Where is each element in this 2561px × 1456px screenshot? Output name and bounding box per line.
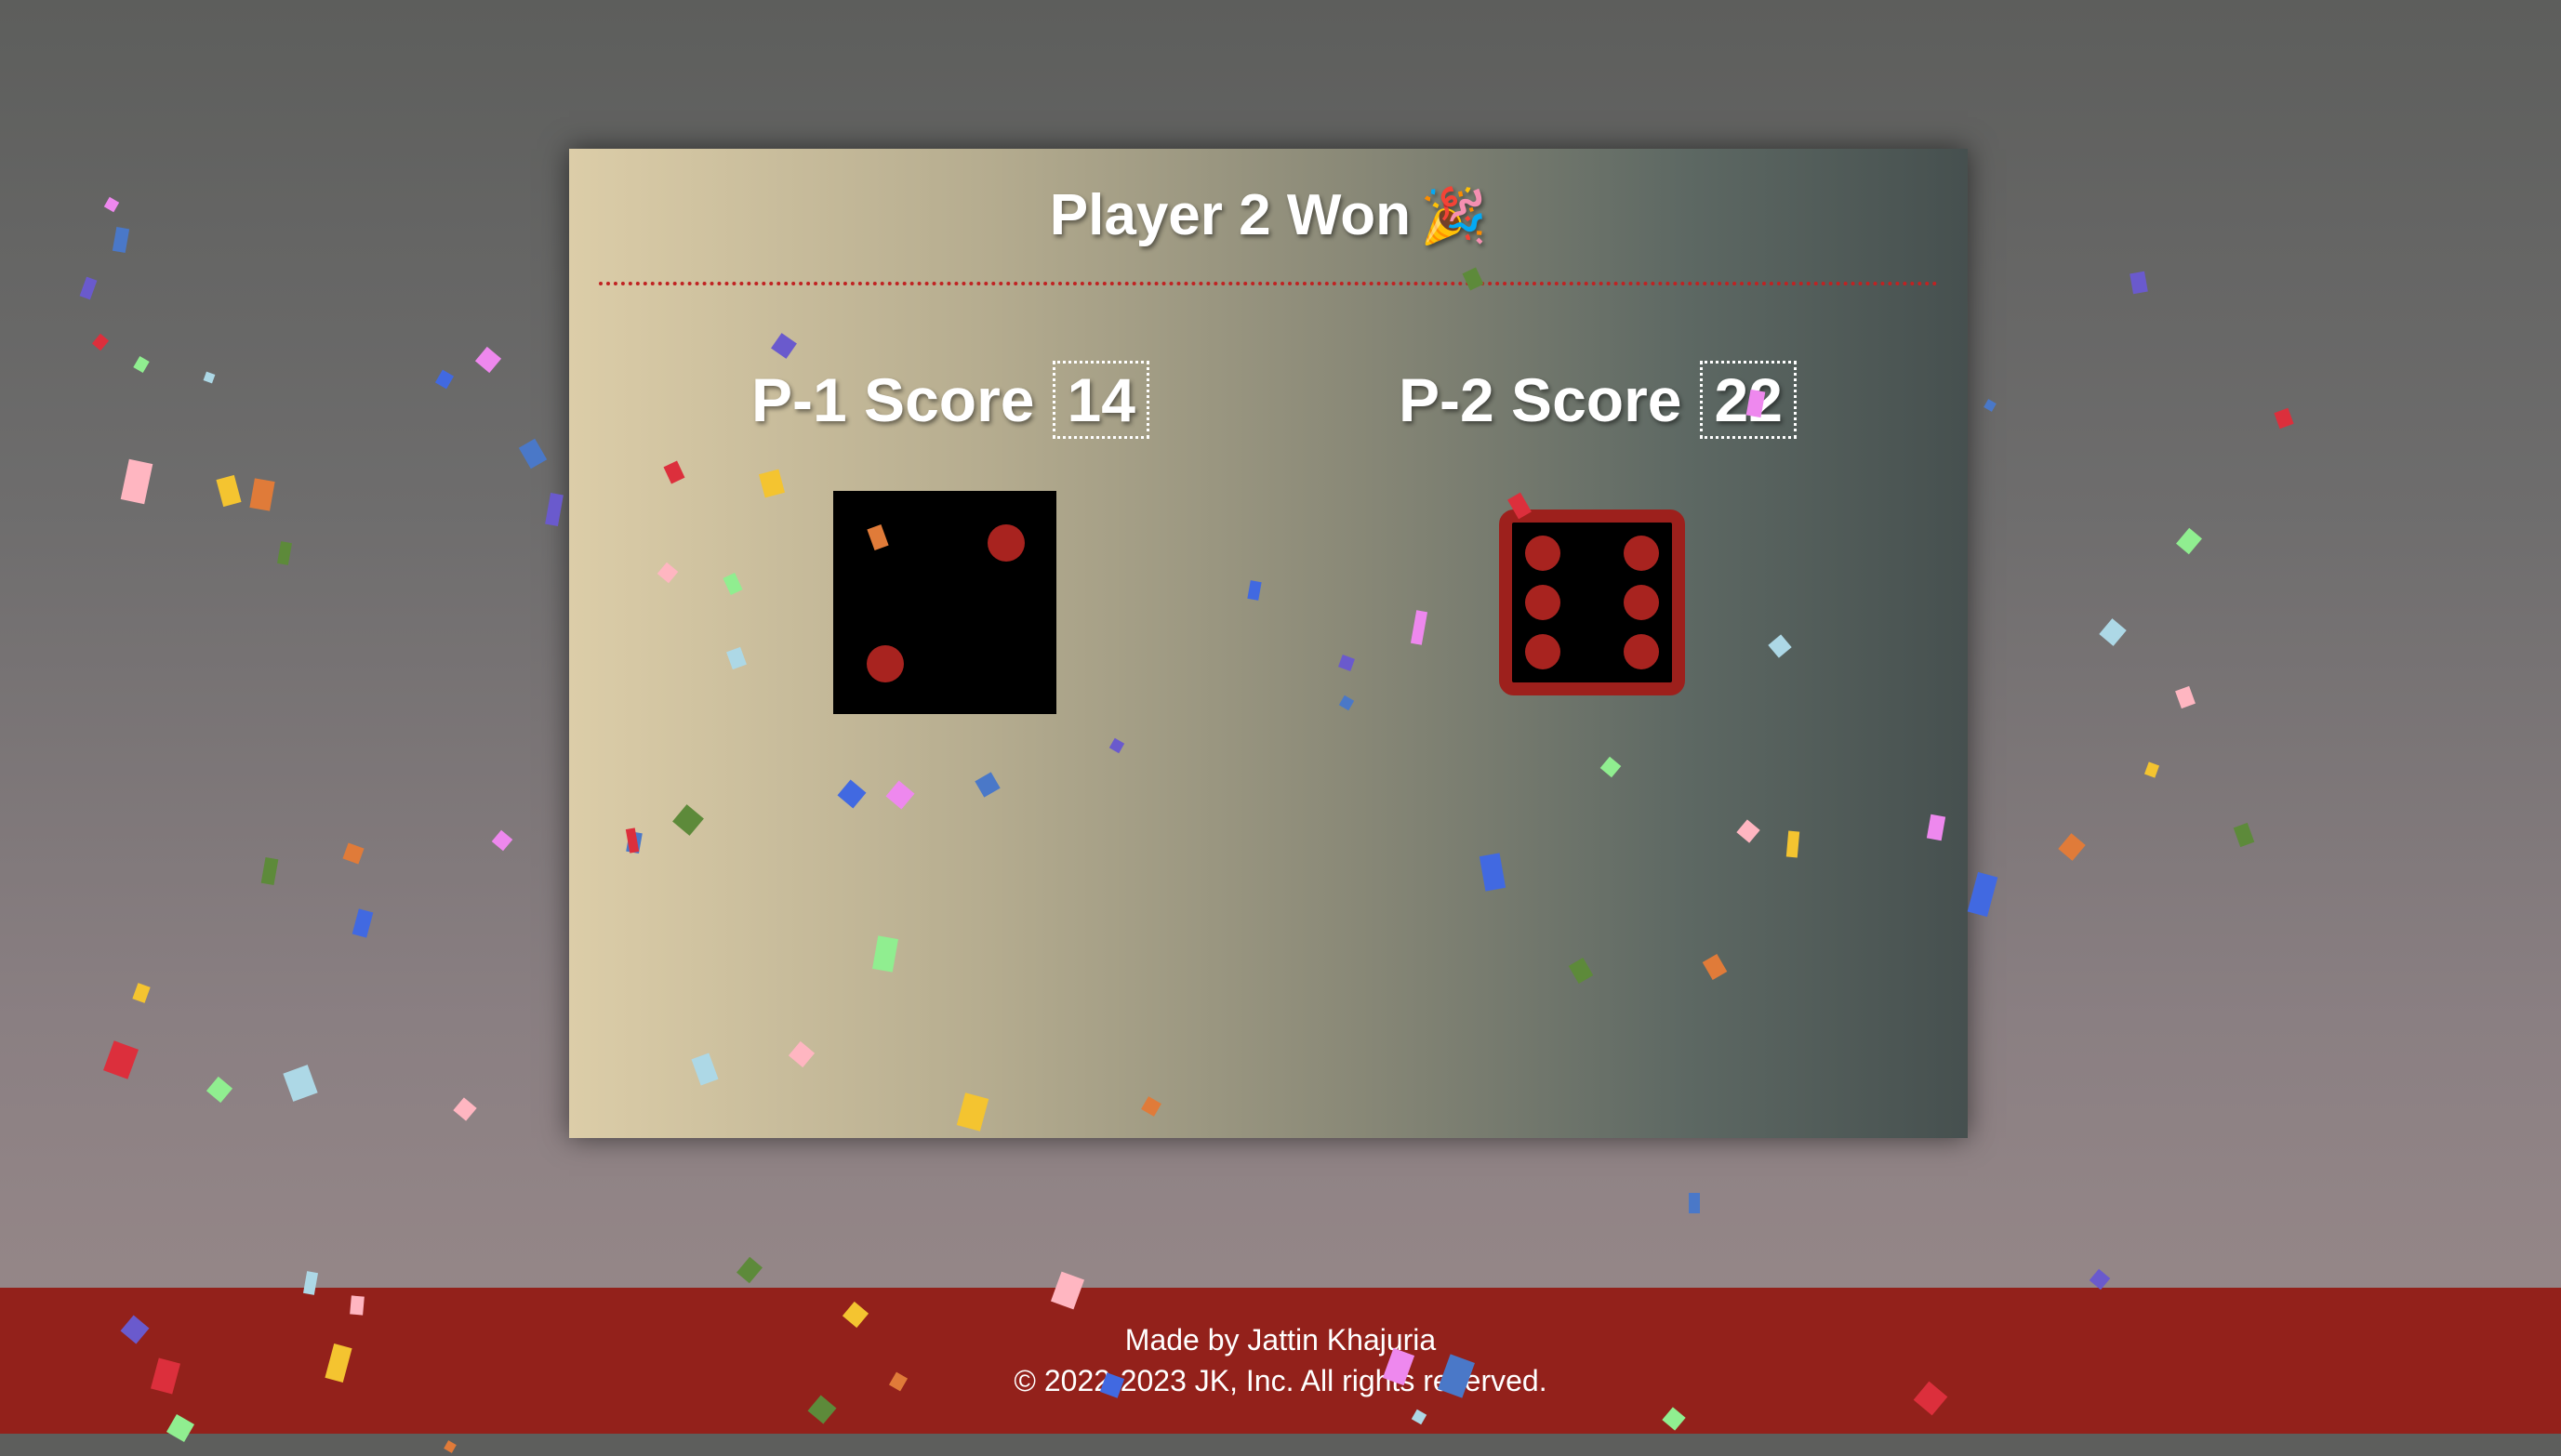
confetti-piece <box>545 493 564 526</box>
confetti-piece <box>2099 618 2127 646</box>
die-pip <box>988 524 1025 562</box>
confetti-piece <box>206 1076 233 1104</box>
die-pip <box>1624 536 1659 571</box>
confetti-piece <box>2089 1268 2111 1291</box>
confetti-piece <box>283 1065 318 1102</box>
confetti-piece <box>2143 761 2160 778</box>
die-pip <box>1624 634 1659 669</box>
footer-credit: Made by Jattin Khajuria <box>1124 1323 1437 1357</box>
confetti-piece <box>103 1040 139 1079</box>
game-card: Player 2 Won 🎉 P-1 Score 14 P-2 Score 22 <box>569 149 1968 1138</box>
confetti-piece <box>133 355 150 374</box>
party-popper-icon: 🎉 <box>1420 186 1488 246</box>
confetti-piece <box>518 438 548 470</box>
die-pip <box>1525 536 1560 571</box>
confetti-piece <box>79 276 98 300</box>
confetti-piece <box>112 226 130 254</box>
player1-score-value: 14 <box>1053 361 1149 439</box>
confetti-piece <box>260 856 279 886</box>
footer-copyright: © 2022-2023 JK, Inc. All rights reserved… <box>1014 1364 1547 1397</box>
player1-die-icon[interactable] <box>833 491 1056 714</box>
confetti-piece <box>2176 527 2202 555</box>
winner-text: Player 2 Won <box>1049 183 1411 247</box>
confetti-piece <box>132 983 151 1003</box>
die-pip <box>1525 585 1560 620</box>
confetti-piece <box>2130 271 2148 295</box>
confetti-piece <box>249 478 275 511</box>
confetti-piece <box>474 346 502 374</box>
bottom-strip <box>0 1434 2561 1456</box>
player2-score-value: 22 <box>1700 361 1797 439</box>
confetti-piece <box>453 1097 477 1121</box>
confetti-piece <box>120 458 153 505</box>
winner-title: Player 2 Won 🎉 <box>569 182 1968 248</box>
confetti-piece <box>1689 1193 1700 1213</box>
confetti-piece <box>2058 833 2086 861</box>
player2-die-icon[interactable] <box>1499 510 1685 695</box>
confetti-piece <box>1967 871 1998 918</box>
die-pip <box>1624 585 1659 620</box>
confetti-piece <box>2233 822 2255 848</box>
confetti-piece <box>736 1256 763 1284</box>
die-pip <box>867 645 904 682</box>
player2-score-label: P-2 Score <box>1399 365 1682 434</box>
confetti-piece <box>203 371 216 384</box>
site-footer: Made by Jattin Khajuria © 2022-2023 JK, … <box>0 1288 2561 1434</box>
confetti-piece <box>2175 685 2196 709</box>
confetti-piece <box>216 474 242 508</box>
confetti-piece <box>2274 407 2294 430</box>
title-divider <box>599 282 1938 285</box>
die-pip <box>1525 634 1560 669</box>
confetti-piece <box>491 829 513 852</box>
confetti-piece <box>352 908 374 938</box>
confetti-piece <box>1984 399 1997 412</box>
confetti-piece <box>342 842 365 865</box>
confetti-piece <box>434 369 455 390</box>
player2-score: P-2 Score 22 <box>1399 361 1797 439</box>
player1-score: P-1 Score 14 <box>751 361 1149 439</box>
confetti-piece <box>103 196 120 213</box>
confetti-piece <box>91 333 110 351</box>
player1-score-label: P-1 Score <box>751 365 1035 434</box>
confetti-piece <box>277 541 292 565</box>
